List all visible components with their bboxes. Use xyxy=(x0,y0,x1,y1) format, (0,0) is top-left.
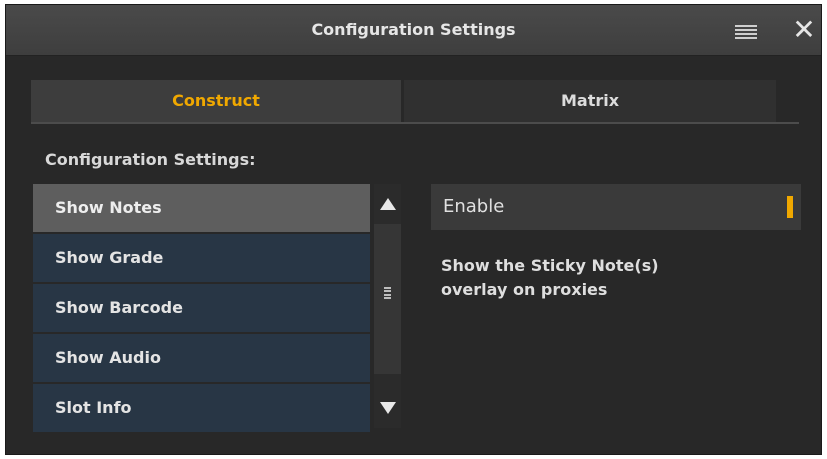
title-bar[interactable]: Configuration Settings ✕ xyxy=(6,5,821,56)
arrow-up-icon xyxy=(379,198,396,210)
tab-bar: Construct Matrix xyxy=(31,80,799,124)
settings-list: Show Notes Show Grade Show Barcode Show … xyxy=(33,184,370,432)
list-item-show-audio[interactable]: Show Audio xyxy=(33,334,370,382)
hamburger-icon[interactable] xyxy=(735,25,757,39)
setting-description: Show the Sticky Note(s) overlay on proxi… xyxy=(441,254,761,302)
tab-construct[interactable]: Construct xyxy=(31,80,401,122)
list-item-show-grade[interactable]: Show Grade xyxy=(33,234,370,282)
scroll-track[interactable] xyxy=(374,224,401,388)
grip-icon xyxy=(384,287,391,299)
tab-matrix[interactable]: Matrix xyxy=(404,80,776,122)
scroll-down-button[interactable] xyxy=(374,388,401,428)
description-line-2: overlay on proxies xyxy=(441,280,608,299)
close-icon[interactable]: ✕ xyxy=(792,15,816,45)
list-item-show-barcode[interactable]: Show Barcode xyxy=(33,284,370,332)
enable-value: Enable xyxy=(443,196,505,217)
section-label: Configuration Settings: xyxy=(45,150,256,169)
list-item-show-notes[interactable]: Show Notes xyxy=(33,184,370,232)
tab-underline xyxy=(31,122,799,124)
scroll-up-button[interactable] xyxy=(374,184,401,224)
arrow-down-icon xyxy=(379,402,396,414)
enabled-indicator xyxy=(787,196,793,218)
description-line-1: Show the Sticky Note(s) xyxy=(441,256,659,275)
window-title: Configuration Settings xyxy=(311,20,516,39)
list-item-slot-info[interactable]: Slot Info xyxy=(33,384,370,432)
list-scrollbar[interactable] xyxy=(374,184,401,428)
scroll-thumb[interactable] xyxy=(374,224,401,374)
enable-selector[interactable]: Enable xyxy=(431,184,801,230)
